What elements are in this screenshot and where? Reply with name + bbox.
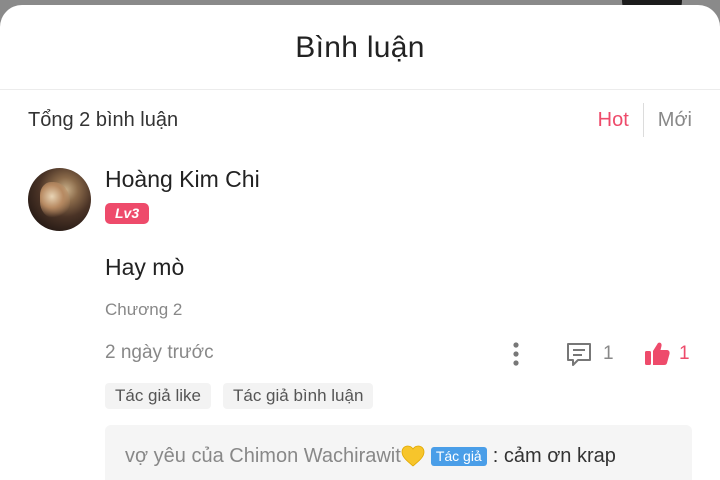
comment-author[interactable]: Hoàng Kim Chi: [105, 166, 260, 193]
comment-text: Hay mò: [105, 254, 185, 280]
comments-subbar: Tổng 2 bình luận Hot Mới: [0, 90, 720, 150]
thumbs-up-icon: [645, 342, 670, 365]
reply-button[interactable]: 1: [565, 339, 614, 369]
like-count: 1: [679, 343, 690, 364]
author-badge: Tác giả: [430, 447, 487, 466]
comment-icon: [567, 343, 591, 366]
like-button[interactable]: 1: [643, 339, 690, 369]
tag-author-replied: Tác giả bình luận: [222, 383, 374, 409]
reply-author: vợ yêu của Chimon Wachirawit: [125, 445, 401, 467]
avatar-image: [40, 182, 70, 218]
comment-item: Hoàng Kim Chi Lv3 Hay mò Chương 2 2 ngày…: [0, 150, 720, 480]
comment-time: 2 ngày trước: [105, 342, 214, 363]
reply-preview[interactable]: vợ yêu của Chimon Wachirawit Tác giả : c…: [105, 425, 692, 480]
more-vertical-icon: [513, 342, 519, 366]
sheet-header: Bình luận: [0, 5, 720, 90]
sort-options: Hot Mới: [598, 103, 692, 137]
avatar[interactable]: [28, 168, 91, 231]
sort-hot-tab[interactable]: Hot: [598, 103, 644, 137]
more-button[interactable]: [505, 340, 527, 368]
sort-new-tab[interactable]: Mới: [644, 109, 692, 132]
comment-tags: Tác giả like Tác giả bình luận: [105, 383, 374, 409]
comment-chapter[interactable]: Chương 2: [105, 300, 182, 320]
page-title: Bình luận: [295, 31, 425, 64]
comments-sheet: Bình luận Tổng 2 bình luận Hot Mới Hoàng…: [0, 5, 720, 480]
tag-author-like: Tác giả like: [105, 383, 211, 409]
reply-text: : cảm ơn krap: [492, 445, 616, 467]
yellow-heart-icon: [401, 445, 425, 467]
reply-count: 1: [603, 343, 614, 364]
level-badge: Lv3: [105, 203, 150, 224]
total-comments: Tổng 2 bình luận: [28, 108, 179, 131]
comment-meta: 2 ngày trước 1 1: [105, 336, 692, 370]
